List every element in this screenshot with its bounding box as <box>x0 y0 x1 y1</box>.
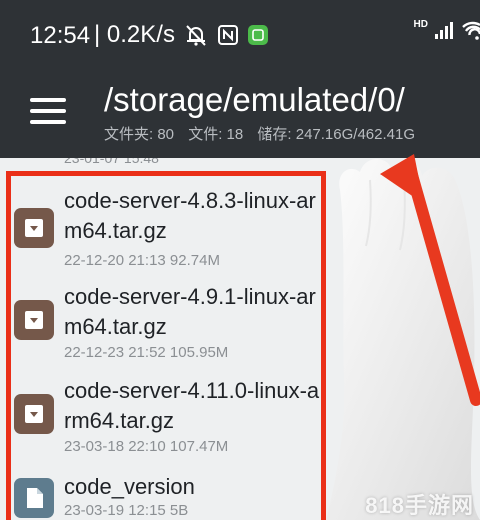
archive-icon <box>14 394 54 434</box>
list-item[interactable]: code-server-4.9.1-linux-arm64.tar.gz 22-… <box>0 282 480 378</box>
file-name: code_version <box>64 474 195 499</box>
status-time: 12:54 <box>30 22 91 49</box>
current-path[interactable]: /storage/emulated/0/ <box>104 78 405 122</box>
file-meta: 23-03-19 12:15 5B <box>64 502 189 519</box>
folder-count: 文件夹: 80 <box>104 126 175 143</box>
app-notification-icon <box>247 25 268 45</box>
list-item-meta-partial: 23-01-07 15:48 <box>64 158 159 166</box>
storage-usage: 储存: 247.16G/462.41G <box>257 126 416 143</box>
cell-signal-icon <box>435 22 453 39</box>
watermark: 818手游网 <box>365 493 474 518</box>
list-item[interactable]: code-server-4.8.3-linux-arm64.tar.gz 22-… <box>0 186 480 282</box>
list-item[interactable]: code-server-4.11.0-linux-arm64.tar.gz 23… <box>0 374 480 470</box>
archive-icon <box>14 208 54 248</box>
menu-icon <box>30 98 66 102</box>
file-meta: 22-12-23 21:52 105.95M <box>64 344 229 361</box>
menu-button[interactable] <box>30 98 66 124</box>
document-icon <box>14 478 54 518</box>
file-meta: 22-12-20 21:13 92.74M <box>64 252 220 269</box>
directory-stats: 文件夹: 80 文件: 18 储存: 247.16G/462.41G <box>104 123 425 144</box>
wifi-icon <box>462 21 480 40</box>
menu-icon-bar <box>30 120 66 124</box>
file-name: code-server-4.11.0-linux-arm64.tar.gz <box>64 378 320 433</box>
file-name: code-server-4.9.1-linux-arm64.tar.gz <box>64 284 316 339</box>
network-speed: | 0.2K/s <box>94 21 175 48</box>
archive-icon <box>14 300 54 340</box>
menu-icon-bar <box>30 109 66 113</box>
file-meta: 23-03-18 22:10 107.47M <box>64 438 229 455</box>
file-name: code-server-4.8.3-linux-arm64.tar.gz <box>64 188 316 243</box>
nfc-icon <box>217 25 238 45</box>
file-list: 23-01-07 15:48 code-server-4.8.3-linux-a… <box>0 158 480 520</box>
bell-muted-icon <box>186 25 206 46</box>
status-right-icons: HD <box>414 20 480 40</box>
hd-badge: HD <box>413 19 428 30</box>
file-count: 文件: 18 <box>188 126 244 143</box>
status-left-icons: | 0.2K/s <box>94 21 269 49</box>
